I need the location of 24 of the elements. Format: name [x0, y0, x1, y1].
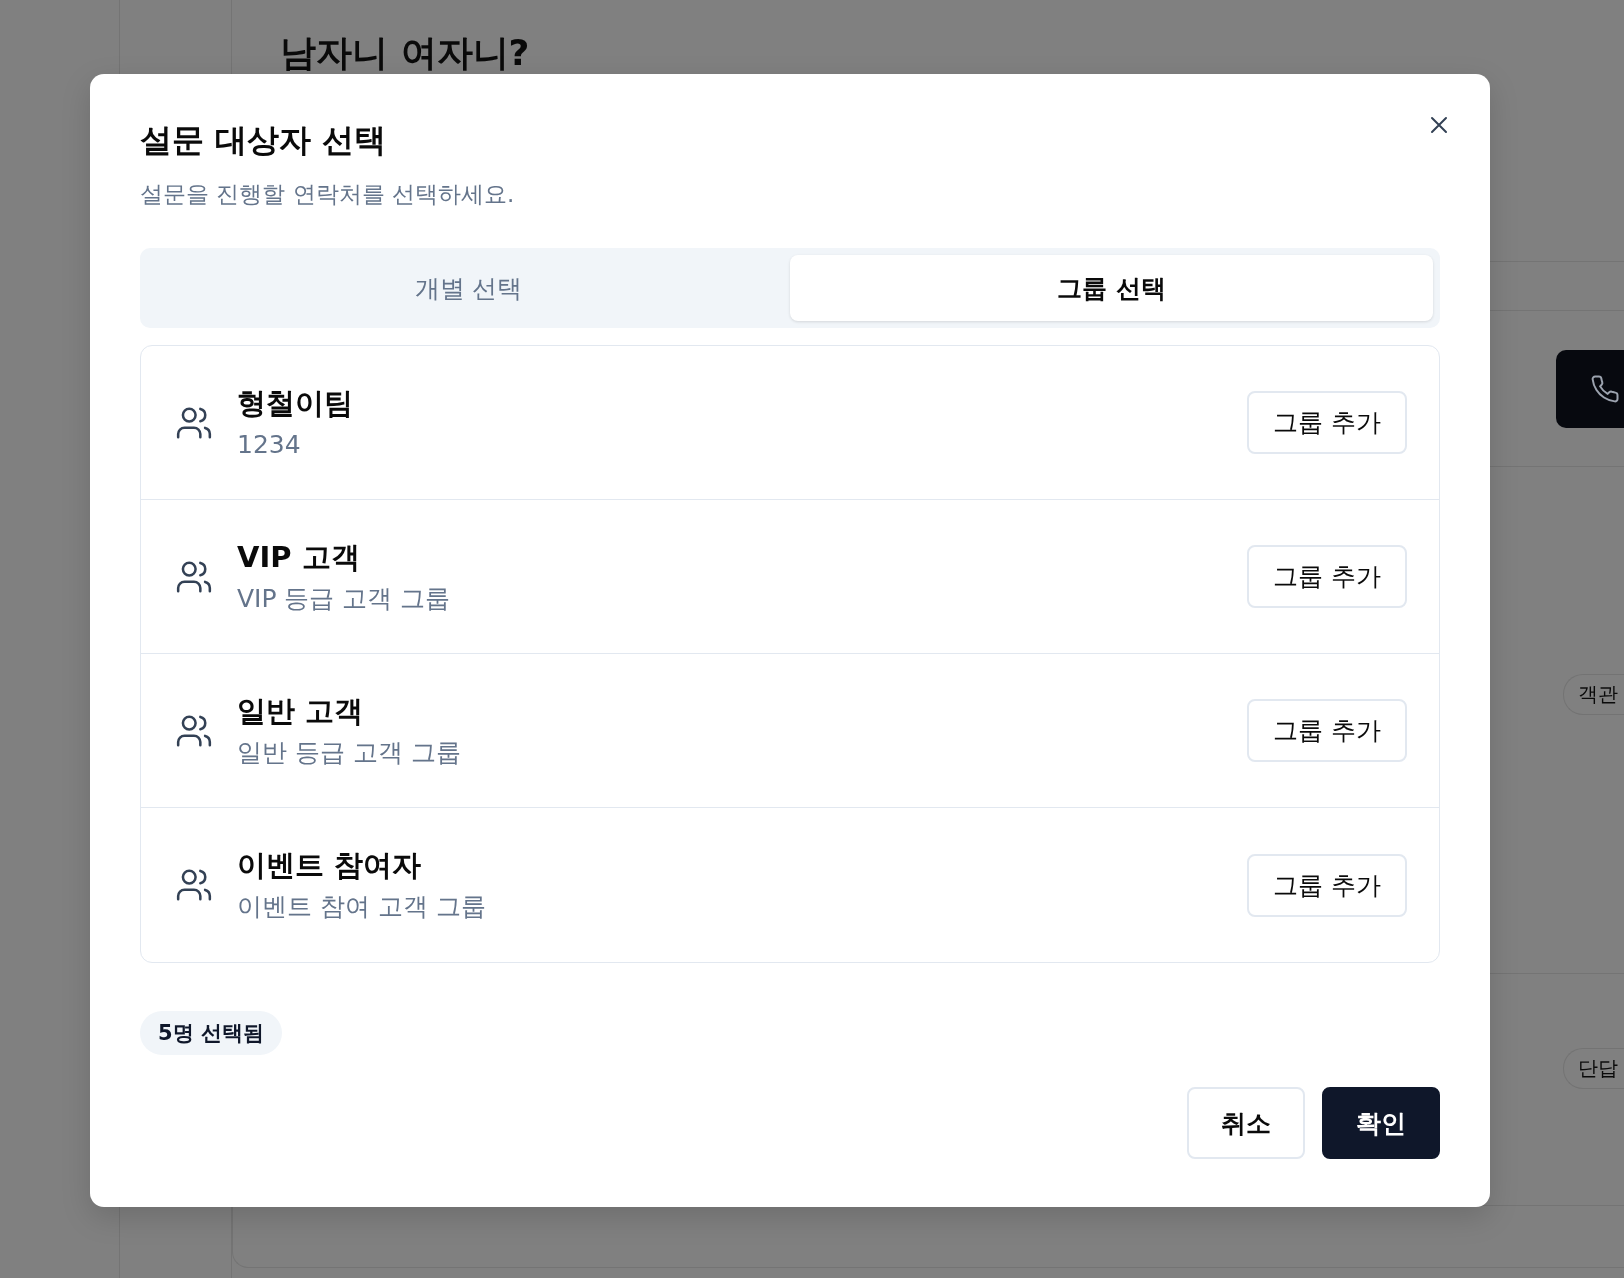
add-group-button[interactable]: 그룹 추가 [1247, 853, 1407, 917]
group-name: 형철이팀 [237, 384, 354, 422]
dialog-description: 설문을 진행할 연락처를 선택하세요. [140, 180, 516, 209]
group-description: 일반 등급 고객 그룹 [237, 736, 462, 769]
tab[interactable]: 그룹 선택 [790, 255, 1433, 321]
tab[interactable]: 개별 선택 [147, 255, 790, 321]
add-group-button[interactable]: 그룹 추가 [1247, 391, 1407, 454]
add-group-button[interactable]: 그룹 추가 [1247, 699, 1407, 762]
group-description: VIP 등급 고객 그룹 [237, 582, 452, 615]
group-name: 일반 고객 [237, 692, 365, 730]
type-chip: 단답 [1563, 1048, 1624, 1089]
group-description: 1234 [237, 428, 302, 461]
phone-icon [1590, 373, 1620, 404]
selected-count-badge: 5명 선택됨 [140, 1011, 282, 1055]
confirm-button[interactable]: 확인 [1322, 1087, 1440, 1159]
call-button[interactable] [1556, 349, 1624, 428]
page-heading: 남자니 여자니? [280, 34, 531, 72]
group-name: 이벤트 참여자 [237, 847, 423, 884]
add-group-button[interactable]: 그룹 추가 [1247, 545, 1407, 608]
group-name: VIP 고객 [237, 538, 361, 576]
cancel-button[interactable]: 취소 [1187, 1087, 1305, 1159]
group-description: 이벤트 참여 고객 그룹 [237, 891, 487, 923]
type-chip: 객관 [1563, 674, 1624, 715]
dialog-title: 설문 대상자 선택 [140, 120, 388, 161]
